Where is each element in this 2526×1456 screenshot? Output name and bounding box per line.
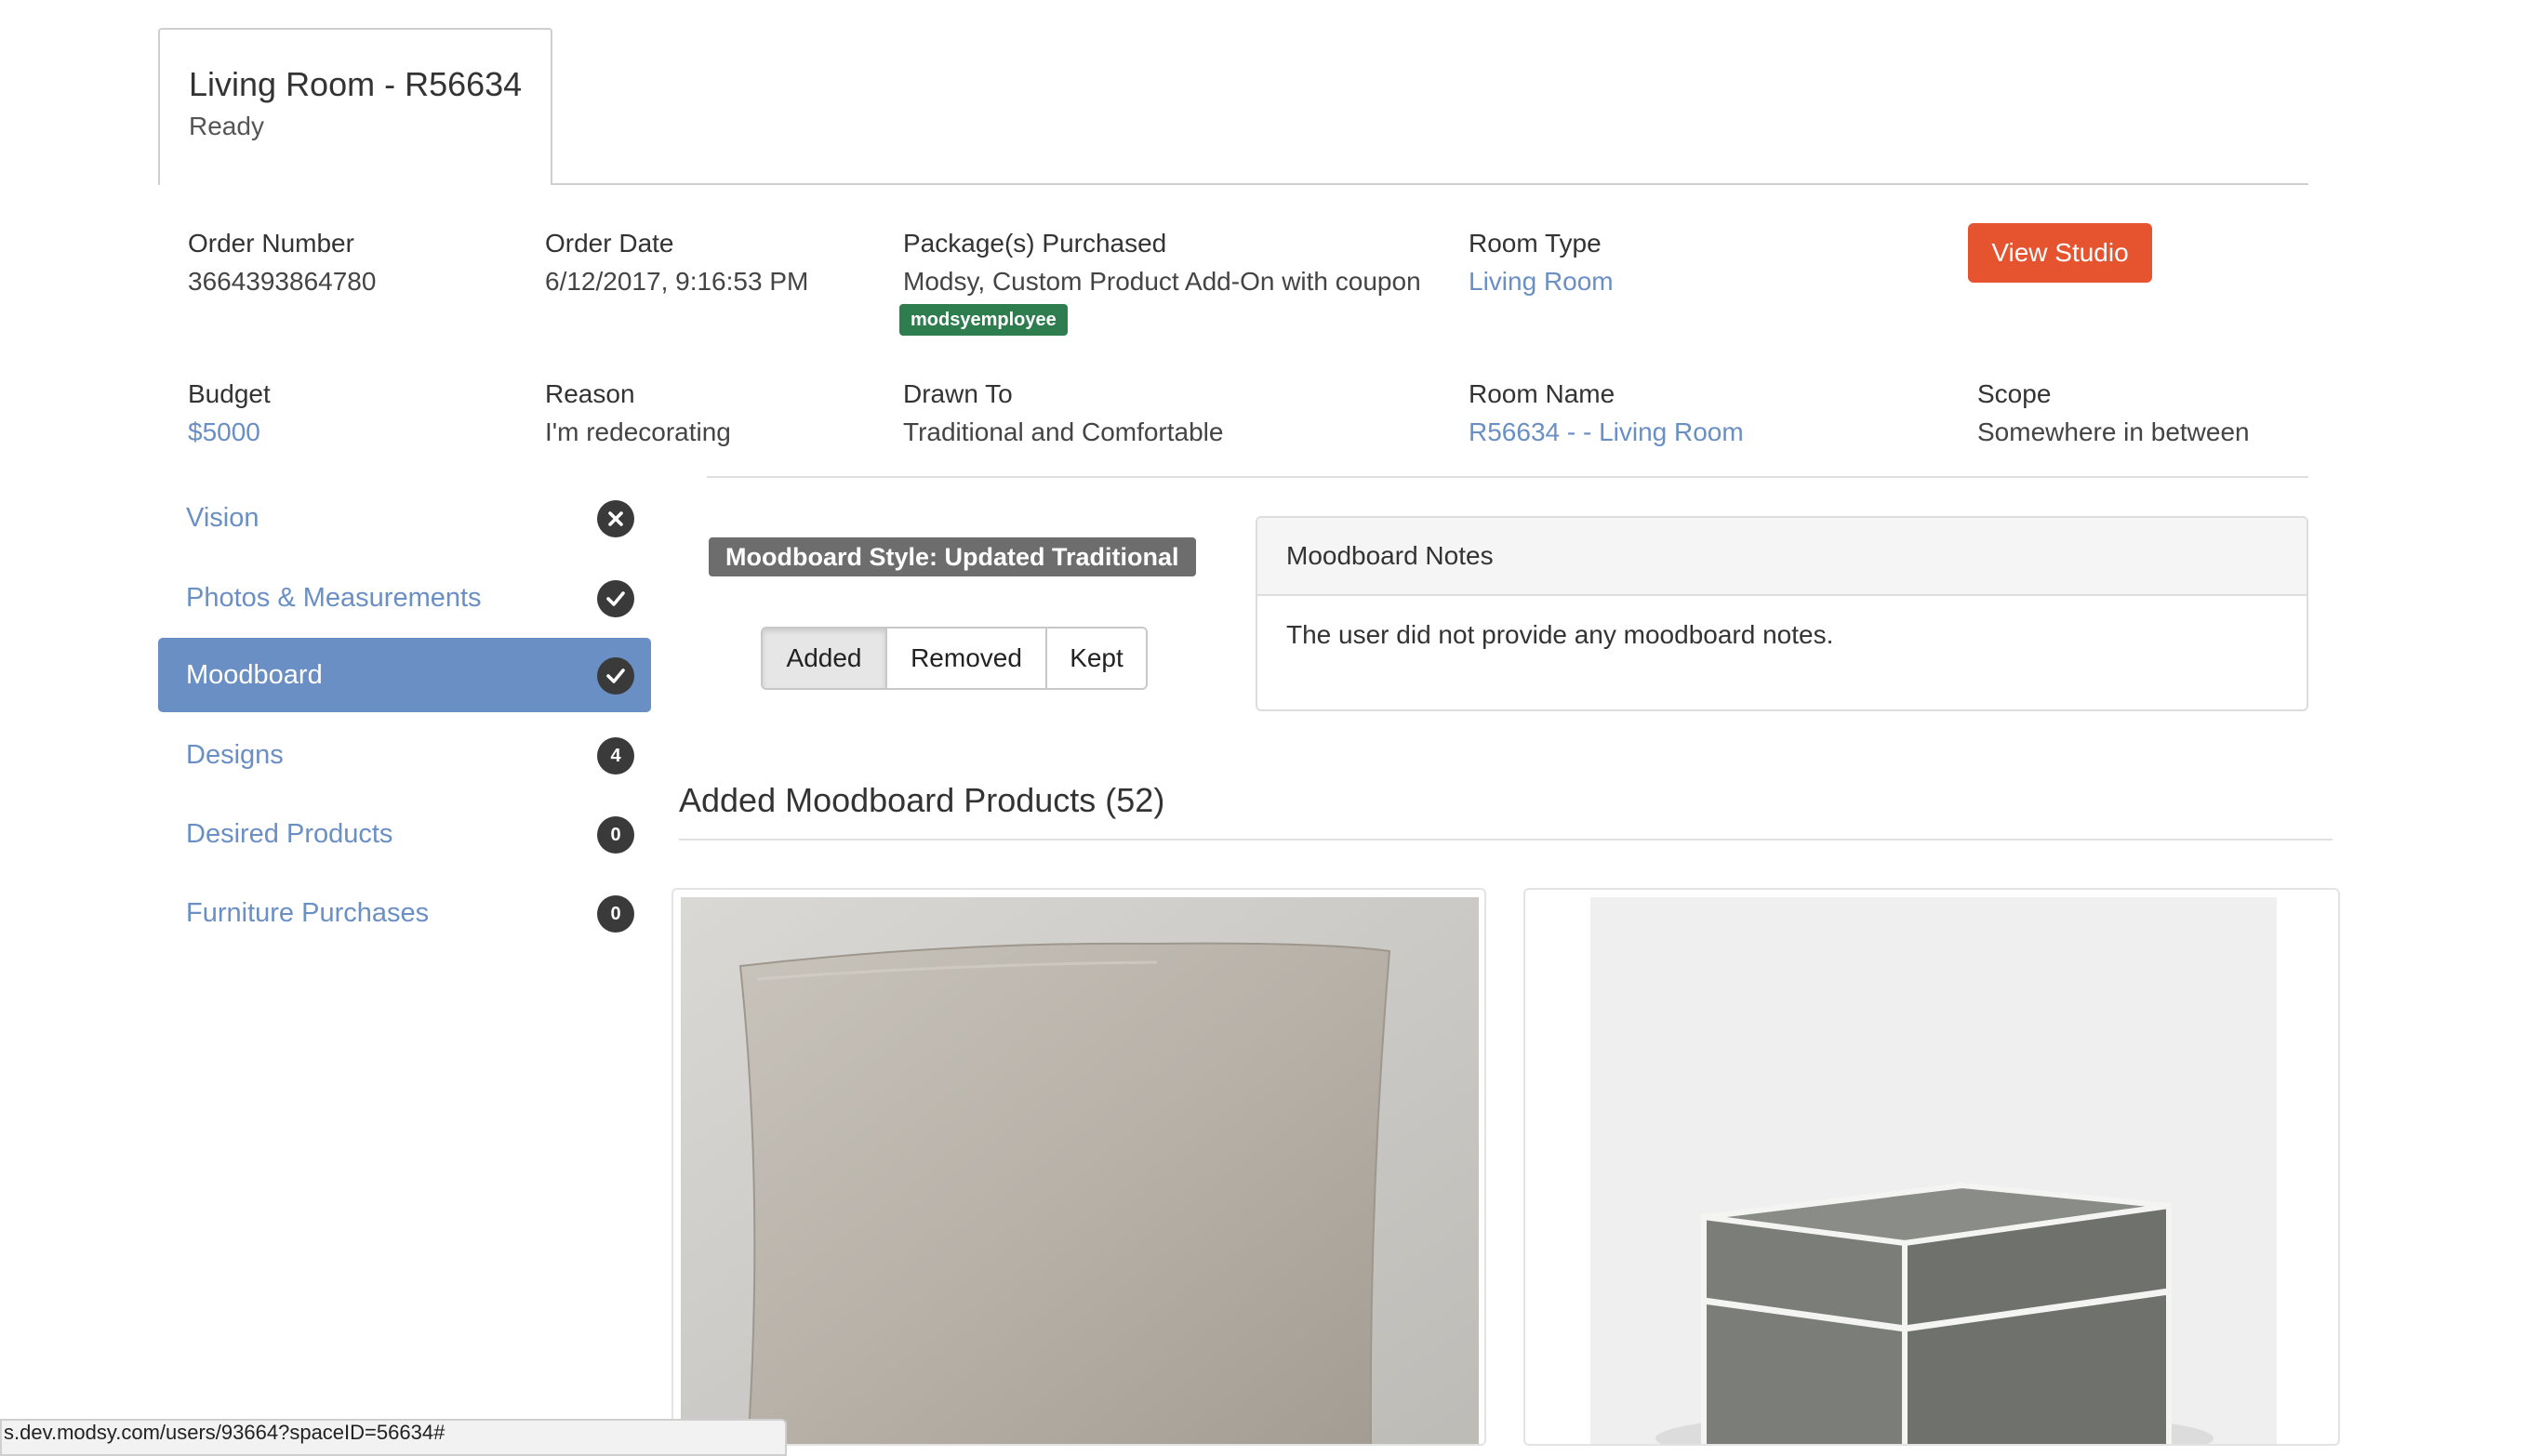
reason-value: I'm redecorating	[545, 417, 731, 446]
sidebar-item-furniture-purchases[interactable]: Furniture Purchases 0	[158, 876, 651, 950]
coupon-badge: modsyemployee	[899, 304, 1068, 336]
product-card[interactable]	[671, 888, 1486, 1446]
moodboard-style-badge: Moodboard Style: Updated Traditional	[709, 537, 1196, 576]
sidebar-item-desired-products[interactable]: Desired Products 0	[158, 797, 651, 871]
furniture-purchases-count-badge: 0	[597, 895, 634, 933]
packages-value: Modsy, Custom Product Add-On with coupon	[903, 267, 1421, 296]
moodboard-notes-body: The user did not provide any moodboard n…	[1286, 620, 1834, 649]
room-tab[interactable]: Living Room - R56634 Ready	[158, 28, 552, 185]
sidebar-item-label: Photos & Measurements	[186, 583, 482, 613]
room-tab-title: Living Room - R56634	[189, 65, 523, 103]
designs-count-badge: 4	[597, 737, 634, 774]
product-card[interactable]	[1523, 888, 2340, 1446]
scope-label: Scope	[1977, 379, 2052, 408]
room-type-label: Room Type	[1469, 229, 1602, 258]
product-image-box	[1590, 897, 2277, 1444]
sidebar-item-moodboard[interactable]: Moodboard	[158, 638, 651, 712]
sidebar-item-vision[interactable]: Vision	[158, 481, 651, 555]
room-name-link[interactable]: R56634 - - Living Room	[1469, 417, 1744, 447]
order-number-value: 3664393864780	[188, 267, 377, 296]
products-section-title: Added Moodboard Products (52)	[679, 781, 1165, 819]
budget-link[interactable]: $5000	[188, 417, 260, 447]
sidebar-item-label: Moodboard	[186, 660, 323, 690]
sidebar-item-label: Designs	[186, 740, 284, 770]
sidebar-item-label: Vision	[186, 503, 259, 533]
scope-value: Somewhere in between	[1977, 417, 2250, 446]
desired-products-count-badge: 0	[597, 816, 634, 854]
check-circle-icon	[597, 657, 634, 695]
drawn-to-value: Traditional and Comfortable	[903, 417, 1224, 446]
reason-label: Reason	[545, 379, 635, 408]
sidebar-item-label: Furniture Purchases	[186, 898, 430, 928]
product-image-pillow	[681, 897, 1479, 1444]
order-date-label: Order Date	[545, 229, 674, 258]
room-type-link[interactable]: Living Room	[1469, 267, 1614, 297]
moodboard-notes-panel: Moodboard Notes The user did not provide…	[1256, 516, 2308, 711]
packages-label: Package(s) Purchased	[903, 229, 1167, 258]
info-divider	[707, 476, 2308, 478]
check-circle-icon	[597, 580, 634, 617]
sidebar-item-label: Desired Products	[186, 819, 393, 849]
room-tab-status: Ready	[189, 112, 264, 140]
filter-kept-button[interactable]: Kept	[1047, 629, 1146, 688]
status-url-bar: s.dev.modsy.com/users/93664?spaceID=5663…	[0, 1419, 787, 1456]
filter-removed-button[interactable]: Removed	[887, 629, 1047, 688]
sidebar-item-photos-measurements[interactable]: Photos & Measurements	[158, 561, 651, 635]
moodboard-filter-group: Added Removed Kept	[761, 627, 1148, 690]
view-studio-button[interactable]: View Studio	[1968, 223, 2152, 283]
order-number-label: Order Number	[188, 229, 354, 258]
moodboard-notes-title: Moodboard Notes	[1257, 518, 2307, 596]
x-circle-icon	[597, 500, 634, 537]
drawn-to-label: Drawn To	[903, 379, 1013, 408]
order-date-value: 6/12/2017, 9:16:53 PM	[545, 267, 809, 296]
budget-label: Budget	[188, 379, 271, 408]
filter-added-button[interactable]: Added	[763, 629, 887, 688]
room-name-label: Room Name	[1469, 379, 1615, 408]
products-divider	[679, 839, 2333, 841]
sidebar-item-designs[interactable]: Designs 4	[158, 718, 651, 792]
